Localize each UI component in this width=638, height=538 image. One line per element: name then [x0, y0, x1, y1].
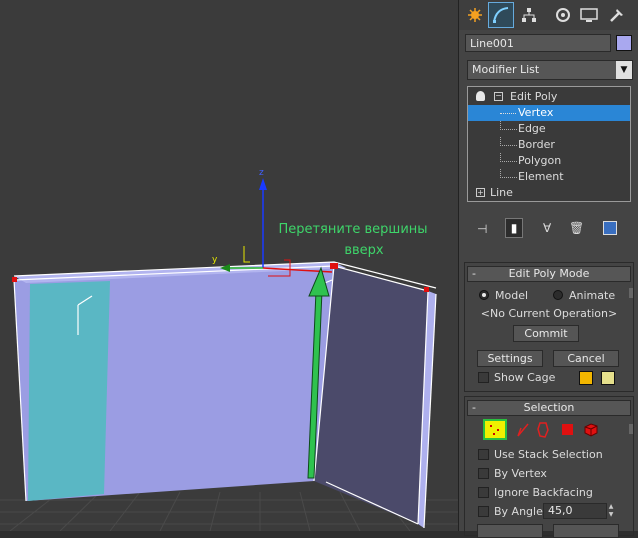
stack-label-edge: Edge — [518, 122, 546, 135]
commit-button[interactable]: Commit — [513, 325, 579, 342]
ignore-backfacing-label: Ignore Backfacing — [494, 486, 593, 499]
cancel-button[interactable]: Cancel — [553, 350, 619, 367]
panel-scroll-marker[interactable] — [629, 288, 633, 298]
door-panel — [28, 281, 110, 501]
annotation-line-2: вверх — [344, 243, 384, 258]
viewport-perspective[interactable]: z y Перетяните вершины вверх — [0, 0, 458, 531]
polygon-mode-icon[interactable] — [562, 424, 573, 435]
stack-label-line: Line — [490, 186, 513, 199]
edit-poly-mode-header[interactable]: - Edit Poly Mode — [467, 266, 631, 282]
stack-toolbar: ⊣ ▮ ∀ 🗑 — [459, 218, 638, 240]
remove-modifier-icon[interactable]: 🗑 — [569, 221, 584, 235]
scene-canvas[interactable]: z y — [0, 0, 458, 531]
stack-subitem-edge[interactable]: Edge — [468, 121, 630, 137]
ignore-backfacing-checkbox[interactable] — [478, 487, 489, 498]
use-stack-selection-label: Use Stack Selection — [494, 448, 603, 461]
make-unique-icon[interactable]: ∀ — [543, 221, 551, 235]
lightbulb-icon[interactable] — [476, 91, 485, 101]
by-vertex-label: By Vertex — [494, 467, 547, 480]
object-name-field[interactable]: Line001 — [465, 34, 611, 52]
stack-label-edit-poly: Edit Poly — [510, 90, 558, 103]
expand-plus-icon[interactable]: + — [476, 188, 485, 197]
stack-label-polygon: Polygon — [518, 154, 562, 167]
panel-scroll-marker-2[interactable] — [629, 424, 633, 434]
modifier-list-dropdown[interactable]: Modifier List ▼ — [467, 60, 633, 80]
by-vertex-checkbox[interactable] — [478, 468, 489, 479]
model-radio[interactable] — [479, 290, 489, 300]
edit-poly-mode-title: Edit Poly Mode — [508, 267, 590, 280]
collapse-minus-icon[interactable]: − — [494, 92, 503, 101]
instruction-annotation: Перетяните вершины вверх — [262, 219, 444, 261]
create-icon[interactable] — [463, 3, 487, 27]
selection-header[interactable]: - Selection — [467, 400, 631, 416]
settings-button[interactable]: Settings — [477, 350, 543, 367]
stack-label-element: Element — [518, 170, 564, 183]
stack-subitem-element[interactable]: Element — [468, 169, 630, 185]
stack-label-border: Border — [518, 138, 555, 151]
show-cage-label: Show Cage — [494, 371, 556, 384]
stack-subitem-polygon[interactable]: Polygon — [468, 153, 630, 169]
axis-y-label: y — [212, 255, 218, 265]
spinner-arrows-icon[interactable]: ▲ ▼ — [607, 503, 615, 519]
motion-icon[interactable] — [551, 3, 575, 27]
stack-item-line[interactable]: + Line — [468, 185, 630, 201]
use-stack-selection-checkbox[interactable] — [478, 449, 489, 460]
modifier-stack[interactable]: − Edit Poly Vertex Edge Border Polygon E… — [467, 86, 631, 202]
edge-mode-icon[interactable] — [515, 422, 531, 438]
grow-button[interactable] — [553, 524, 619, 538]
cage-selected-color-swatch[interactable] — [601, 371, 615, 385]
annotation-line-1: Перетяните вершины — [278, 222, 428, 237]
hierarchy-icon[interactable] — [517, 3, 541, 27]
animate-radio[interactable] — [553, 290, 563, 300]
object-color-swatch[interactable] — [616, 35, 632, 51]
show-end-result-icon[interactable]: ▮ — [505, 218, 523, 238]
element-mode-icon[interactable] — [583, 421, 599, 437]
cage-color-swatch[interactable] — [579, 371, 593, 385]
show-cage-checkbox[interactable] — [478, 372, 489, 383]
vertex-mode-icon[interactable] — [483, 419, 507, 440]
by-angle-spinner-field[interactable]: 45,0 — [543, 503, 607, 519]
configure-modifier-sets-icon[interactable] — [603, 221, 617, 235]
side-wall — [314, 266, 428, 524]
axis-z-label: z — [259, 168, 264, 178]
modify-icon[interactable] — [488, 2, 514, 28]
stack-subitem-border[interactable]: Border — [468, 137, 630, 153]
by-angle-label: By Angle: — [494, 505, 547, 518]
current-operation-label: <No Current Operation> — [480, 307, 618, 320]
display-icon[interactable] — [577, 3, 601, 27]
command-panel-tabs — [459, 0, 638, 30]
stack-subitem-vertex[interactable]: Vertex — [468, 105, 630, 121]
stack-label-vertex: Vertex — [518, 106, 554, 119]
model-label: Model — [495, 289, 529, 302]
command-panel: Line001 Modifier List ▼ − Edit Poly Vert… — [458, 0, 638, 538]
by-angle-checkbox[interactable] — [478, 506, 489, 517]
pin-stack-icon[interactable]: ⊣ — [477, 222, 487, 236]
shrink-button[interactable] — [477, 524, 543, 538]
border-mode-icon[interactable] — [535, 421, 551, 439]
stack-item-edit-poly[interactable]: − Edit Poly — [468, 89, 630, 105]
modifier-list-label: Modifier List — [472, 63, 540, 76]
utilities-icon[interactable] — [605, 3, 629, 27]
chevron-down-icon: ▼ — [616, 61, 632, 79]
selection-title: Selection — [523, 401, 575, 414]
animate-label: Animate — [569, 289, 616, 302]
